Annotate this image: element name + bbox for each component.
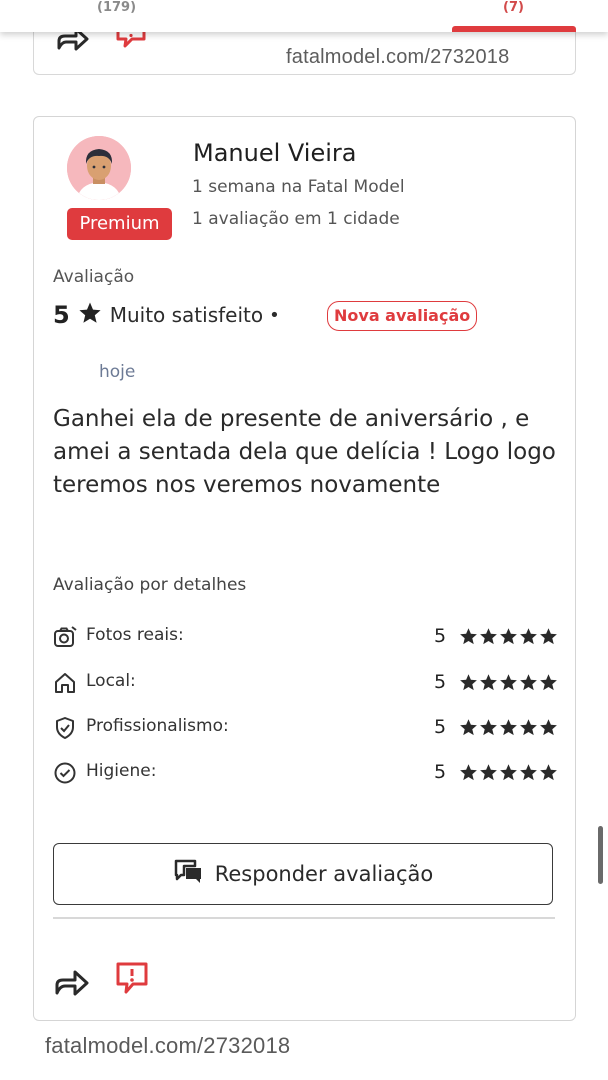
detail-stars	[459, 627, 558, 646]
reviewer-tenure: 1 semana na Fatal Model	[192, 177, 405, 197]
star-icon	[480, 628, 497, 645]
details-title: Avaliação por detalhes	[53, 575, 247, 595]
star-icon	[500, 628, 517, 645]
star-icon	[540, 674, 557, 691]
star-icon	[480, 719, 497, 736]
previous-card-right-count: (7)	[503, 0, 524, 15]
reviewer-review-count: 1 avaliação em 1 cidade	[192, 209, 400, 229]
review-text: Ganhei ela de presente de aniversário , …	[53, 406, 556, 498]
star-icon	[520, 628, 537, 645]
rating-separator: •	[269, 304, 280, 326]
camera-icon	[53, 625, 77, 649]
reply-review-label: Responder avaliação	[214, 862, 434, 886]
detail-stars	[459, 673, 558, 692]
detail-score: 5	[434, 716, 447, 738]
previous-card-counts: (179) (7)	[0, 0, 608, 32]
star-icon	[78, 301, 102, 329]
star-icon	[540, 764, 557, 781]
watermark-top: fatalmodel.com/2732018	[286, 46, 510, 68]
star-icon	[540, 628, 557, 645]
star-icon	[500, 719, 517, 736]
previous-card-left-count: (179)	[97, 0, 137, 15]
star-icon	[460, 719, 477, 736]
new-review-badge: Nova avaliação	[327, 301, 478, 331]
detail-label: Fotos reais:	[86, 625, 184, 645]
star-icon	[460, 628, 477, 645]
detail-row-fotos-reais: Fotos reais: 5	[53, 623, 557, 649]
star-icon	[520, 674, 537, 691]
detail-row-higiene: Higiene: 5	[53, 759, 557, 785]
detail-row-profissionalismo: Profissionalismo: 5	[53, 714, 557, 740]
divider	[53, 917, 555, 919]
reviewer-name[interactable]: Manuel Vieira	[193, 139, 356, 167]
star-icon	[500, 674, 517, 691]
reply-review-button[interactable]: Responder avaliação	[53, 843, 553, 905]
rating-satisfaction: Muito satisfeito	[109, 303, 264, 327]
detail-stars	[459, 718, 558, 737]
home-icon	[53, 671, 77, 695]
scrollbar[interactable]	[598, 826, 603, 884]
detail-stars	[459, 763, 558, 782]
check-circle-icon	[53, 761, 77, 785]
avatar[interactable]	[67, 136, 131, 200]
detail-label: Higiene:	[86, 761, 157, 781]
watermark-bottom: fatalmodel.com/2732018	[45, 1033, 291, 1058]
premium-badge: Premium	[67, 208, 172, 240]
report-icon[interactable]	[114, 961, 150, 1001]
detail-score: 5	[434, 671, 447, 693]
previous-card-accent-bar	[452, 26, 576, 32]
star-icon	[460, 674, 477, 691]
rating-score: 5	[53, 301, 70, 329]
star-icon	[520, 764, 537, 781]
shield-check-icon	[53, 716, 77, 740]
star-icon	[480, 674, 497, 691]
share-icon[interactable]	[54, 967, 90, 1001]
rating-summary: 5 Muito satisfeito •	[53, 299, 280, 331]
star-icon	[500, 764, 517, 781]
review-date: hoje	[99, 362, 136, 382]
review-card: Premium Manuel Vieira 1 semana na Fatal …	[33, 116, 576, 1021]
detail-label: Profissionalismo:	[86, 716, 229, 736]
rating-label: Avaliação	[53, 267, 135, 287]
detail-label: Local:	[86, 671, 136, 691]
star-icon	[520, 719, 537, 736]
reply-chat-icon	[173, 858, 203, 890]
detail-score: 5	[434, 625, 447, 647]
detail-row-local: Local: 5	[53, 669, 557, 695]
detail-score: 5	[434, 761, 447, 783]
star-icon	[460, 764, 477, 781]
star-icon	[540, 719, 557, 736]
star-icon	[480, 764, 497, 781]
